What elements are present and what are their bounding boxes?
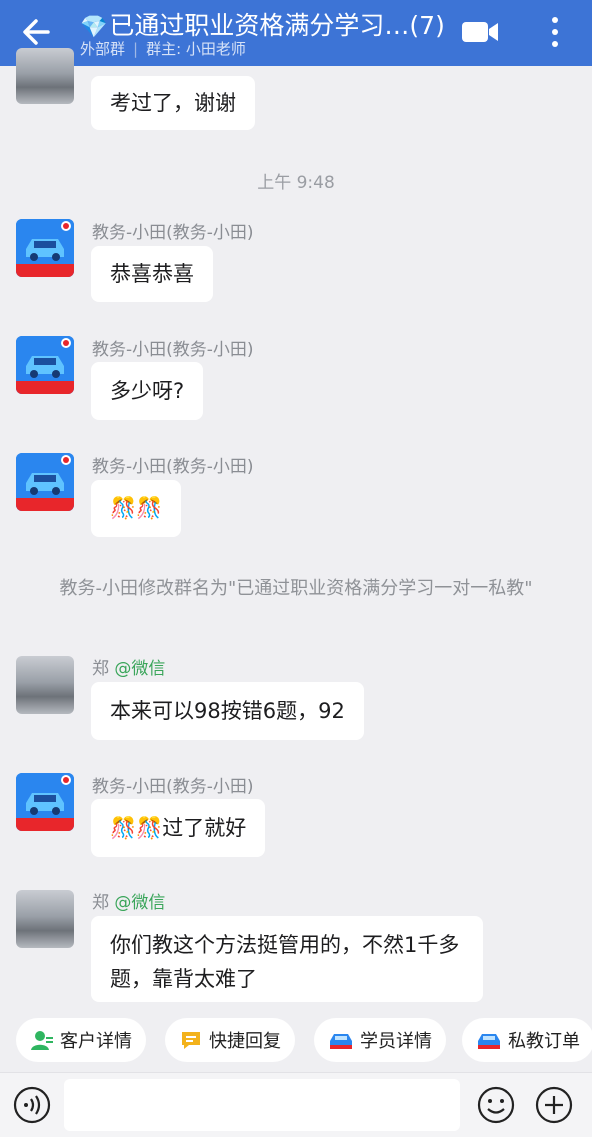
chat-header: 💎已通过职业资格满分学习…(7) 外部群 | 群主: 小田老师	[0, 0, 592, 66]
car-logo-icon	[16, 773, 74, 831]
message-bubble[interactable]: 多少呀?	[91, 362, 204, 420]
car-logo-icon	[16, 219, 74, 277]
message-bubble[interactable]: 🎊🎊	[91, 480, 182, 537]
external-group-label: 外部群	[80, 40, 126, 58]
car-logo-icon	[16, 453, 74, 511]
message-bubble[interactable]: 考过了，谢谢	[91, 76, 255, 130]
sender-name: 郑 @微信	[92, 659, 166, 679]
group-title[interactable]: 💎已通过职业资格满分学习…(7)	[80, 6, 460, 42]
sender-name: 教务-小田(教务-小田)	[92, 457, 254, 477]
customer-details-button[interactable]: 客户详情	[16, 1018, 146, 1062]
plus-icon[interactable]	[534, 1085, 574, 1125]
input-bar	[0, 1072, 592, 1137]
sender-avatar[interactable]	[16, 890, 74, 948]
emoji-icon[interactable]	[476, 1085, 516, 1125]
car-logo-icon	[16, 336, 74, 394]
sender-avatar[interactable]	[16, 453, 74, 511]
sender-avatar[interactable]	[16, 219, 74, 277]
private-lesson-order-button[interactable]: 私教订单	[462, 1018, 592, 1062]
message-bubble[interactable]: 本来可以98按错6题，92	[91, 682, 364, 740]
quick-reply-icon	[182, 1032, 200, 1049]
wechat-tag: @微信	[114, 893, 166, 913]
sender-avatar[interactable]	[16, 773, 74, 831]
car-icon	[478, 1034, 500, 1049]
customer-icon	[31, 1031, 53, 1050]
message-bubble[interactable]: 恭喜恭喜	[91, 246, 213, 302]
voice-input-icon[interactable]	[12, 1085, 52, 1125]
video-call-icon[interactable]	[460, 18, 500, 46]
message-bubble[interactable]: 🎊🎊过了就好	[91, 799, 266, 857]
message-timestamp: 上午 9:48	[257, 173, 335, 193]
message-input[interactable]	[64, 1079, 460, 1131]
group-owner-label: 群主: 小田老师	[146, 40, 246, 58]
more-options-icon[interactable]	[545, 12, 565, 52]
quick-reply-button[interactable]: 快捷回复	[165, 1018, 295, 1062]
back-arrow-icon[interactable]	[18, 12, 58, 52]
diamond-icon: 💎	[80, 15, 108, 40]
sender-avatar[interactable]	[16, 336, 74, 394]
message-bubble[interactable]: 你们教这个方法挺管用的，不然1千多题，靠背太难了	[91, 916, 483, 1002]
sender-name: 郑 @微信	[92, 893, 166, 913]
sender-name: 教务-小田(教务-小田)	[92, 223, 254, 243]
quick-action-bar: 客户详情 快捷回复 学员详情 私教订单	[0, 1002, 592, 1072]
sender-avatar[interactable]	[16, 656, 74, 714]
system-notice: 教务-小田修改群名为"已通过职业资格满分学习一对一私教"	[59, 578, 533, 599]
sender-name: 教务-小田(教务-小田)	[92, 777, 254, 797]
car-icon	[330, 1034, 352, 1049]
wechat-tag: @微信	[114, 659, 166, 679]
group-subtitle: 外部群 | 群主: 小田老师	[80, 40, 246, 58]
sender-avatar[interactable]	[16, 48, 74, 104]
student-details-button[interactable]: 学员详情	[314, 1018, 446, 1062]
sender-name: 教务-小田(教务-小田)	[92, 340, 254, 360]
